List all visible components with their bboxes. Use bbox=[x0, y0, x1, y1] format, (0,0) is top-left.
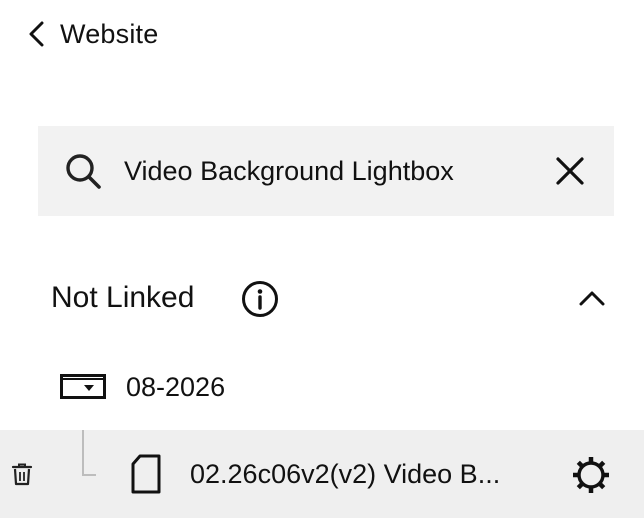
chevron-up-icon bbox=[579, 290, 605, 306]
page-label: 02.26c06v2(v2) Video B... bbox=[190, 459, 501, 489]
delete-page-button[interactable] bbox=[8, 460, 36, 488]
gear-icon bbox=[571, 455, 611, 495]
search-input[interactable] bbox=[124, 148, 524, 194]
page-settings-button[interactable] bbox=[570, 454, 612, 496]
close-icon bbox=[555, 156, 585, 186]
trash-icon bbox=[11, 462, 33, 486]
clear-search-button[interactable] bbox=[550, 151, 590, 191]
section-title: Not Linked bbox=[51, 281, 195, 314]
page-row[interactable]: 02.26c06v2(v2) Video B... bbox=[0, 430, 644, 518]
tree-connector bbox=[82, 430, 96, 476]
back-to-website-link[interactable]: Website bbox=[24, 14, 158, 54]
search-icon bbox=[64, 152, 102, 190]
info-icon[interactable] bbox=[241, 280, 279, 318]
folder-label: 08-2026 bbox=[126, 372, 226, 402]
folder-row[interactable]: 08-2026 bbox=[0, 358, 644, 416]
folder-dropdown-icon bbox=[60, 374, 106, 400]
chevron-left-icon bbox=[24, 21, 50, 47]
collapse-section-button[interactable] bbox=[572, 282, 612, 314]
back-link-label: Website bbox=[60, 18, 159, 49]
page-icon bbox=[130, 454, 162, 494]
search-box bbox=[38, 126, 614, 216]
